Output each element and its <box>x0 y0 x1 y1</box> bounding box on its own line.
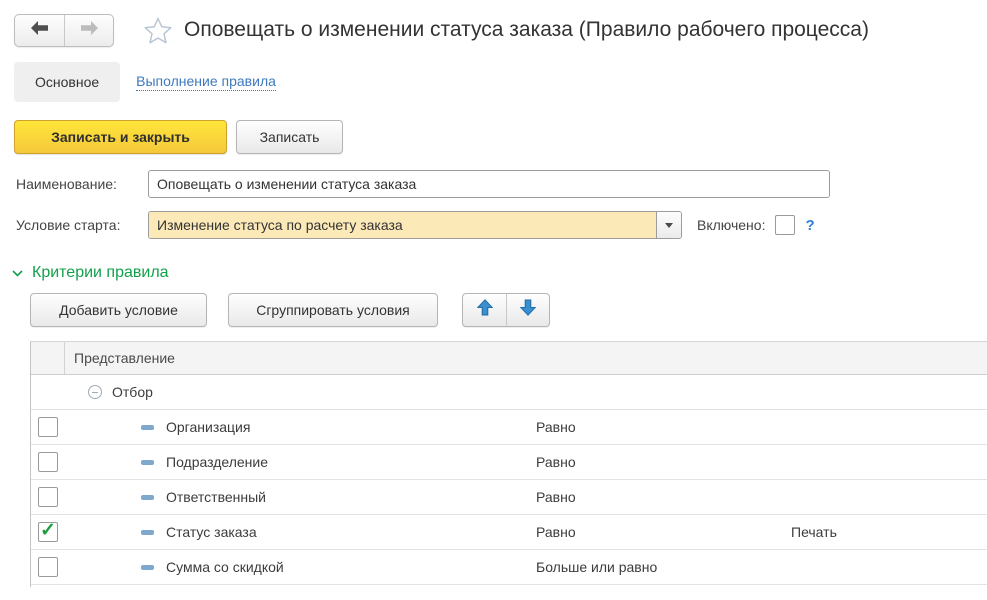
condition-name: Сумма со скидкой <box>166 559 284 575</box>
table-row[interactable]: Статус заказа Равно Печать <box>31 515 987 550</box>
title-bar: Оповещать о изменении статуса заказа (Пр… <box>0 0 987 48</box>
enabled-label: Включено: <box>697 217 765 233</box>
enabled-checkbox[interactable] <box>775 215 795 235</box>
start-condition-row: Условие старта: Изменение статуса по рас… <box>16 211 987 239</box>
header-checkbox-column <box>31 342 65 374</box>
condition-item-icon <box>141 530 154 535</box>
tab-link-rule-execution[interactable]: Выполнение правила <box>136 73 276 91</box>
move-up-button[interactable] <box>463 294 506 326</box>
name-row: Наименование: <box>16 170 987 198</box>
condition-comparison: Равно <box>531 454 776 470</box>
row-checkbox[interactable] <box>38 452 58 472</box>
condition-comparison: Больше или равно <box>531 559 776 575</box>
save-button[interactable]: Записать <box>236 120 343 154</box>
add-condition-button[interactable]: Добавить условие <box>30 293 207 327</box>
group-conditions-button[interactable]: Сгруппировать условия <box>228 293 438 327</box>
tab-main[interactable]: Основное <box>14 62 120 102</box>
chevron-down-icon <box>665 223 673 228</box>
condition-comparison: Равно <box>531 524 776 540</box>
criteria-toolbar: Добавить условие Сгруппировать условия <box>30 293 987 327</box>
condition-item-icon <box>141 460 154 465</box>
criteria-table: Представление Отбор Организация Равно По… <box>30 341 987 587</box>
row-checkbox[interactable] <box>38 417 58 437</box>
start-condition-label: Условие старта: <box>16 217 148 233</box>
table-row[interactable]: Ответственный Равно <box>31 480 987 515</box>
row-checkbox[interactable] <box>38 557 58 577</box>
command-bar: Записать и закрыть Записать <box>14 120 987 154</box>
name-input[interactable] <box>148 170 830 198</box>
start-condition-dropdown-button[interactable] <box>656 212 681 238</box>
table-row[interactable]: Подразделение Равно <box>31 445 987 480</box>
collapse-minus-icon[interactable] <box>88 385 102 399</box>
condition-name: Статус заказа <box>166 524 257 540</box>
forward-button[interactable] <box>64 15 113 46</box>
header-representation: Представление <box>65 350 531 366</box>
row-checkbox[interactable] <box>38 522 58 542</box>
criteria-section-header[interactable]: Критерии правила <box>12 264 987 282</box>
workflow-rule-form: Оповещать о изменении статуса заказа (Пр… <box>0 0 987 600</box>
condition-comparison: Равно <box>531 419 776 435</box>
save-and-close-button[interactable]: Записать и закрыть <box>14 120 227 154</box>
criteria-section-title: Критерии правила <box>32 264 169 282</box>
help-link[interactable]: ? <box>805 217 814 234</box>
table-row[interactable]: Сумма со скидкой Больше или равно <box>31 550 987 585</box>
table-header-row: Представление <box>31 342 987 375</box>
tab-bar: Основное Выполнение правила <box>14 62 987 102</box>
down-arrow-icon <box>520 299 536 321</box>
condition-comparison: Равно <box>531 489 776 505</box>
condition-name: Подразделение <box>166 454 268 470</box>
table-row[interactable]: Организация Равно <box>31 410 987 445</box>
condition-item-icon <box>141 565 154 570</box>
row-checkbox[interactable] <box>38 487 58 507</box>
condition-name: Организация <box>166 419 250 435</box>
enabled-wrap: Включено: ? <box>697 215 815 235</box>
favorite-star-icon[interactable] <box>144 17 172 44</box>
start-condition-value[interactable]: Изменение статуса по расчету заказа <box>149 212 656 238</box>
history-nav-group <box>14 14 114 47</box>
page-title: Оповещать о изменении статуса заказа (Пр… <box>184 18 869 42</box>
back-arrow-icon <box>31 21 49 40</box>
forward-arrow-icon <box>80 21 98 40</box>
condition-item-icon <box>141 425 154 430</box>
start-condition-combobox[interactable]: Изменение статуса по расчету заказа <box>148 211 682 239</box>
condition-item-icon <box>141 495 154 500</box>
back-button[interactable] <box>15 15 64 46</box>
group-row-label: Отбор <box>112 384 153 400</box>
move-down-button[interactable] <box>506 294 549 326</box>
table-group-row-otbor[interactable]: Отбор <box>31 375 987 410</box>
condition-name: Ответственный <box>166 489 266 505</box>
name-label: Наименование: <box>16 176 148 192</box>
condition-value: Печать <box>776 524 987 540</box>
move-buttons-group <box>462 293 550 327</box>
section-collapse-chevron-icon <box>12 270 23 277</box>
up-arrow-icon <box>477 299 493 321</box>
